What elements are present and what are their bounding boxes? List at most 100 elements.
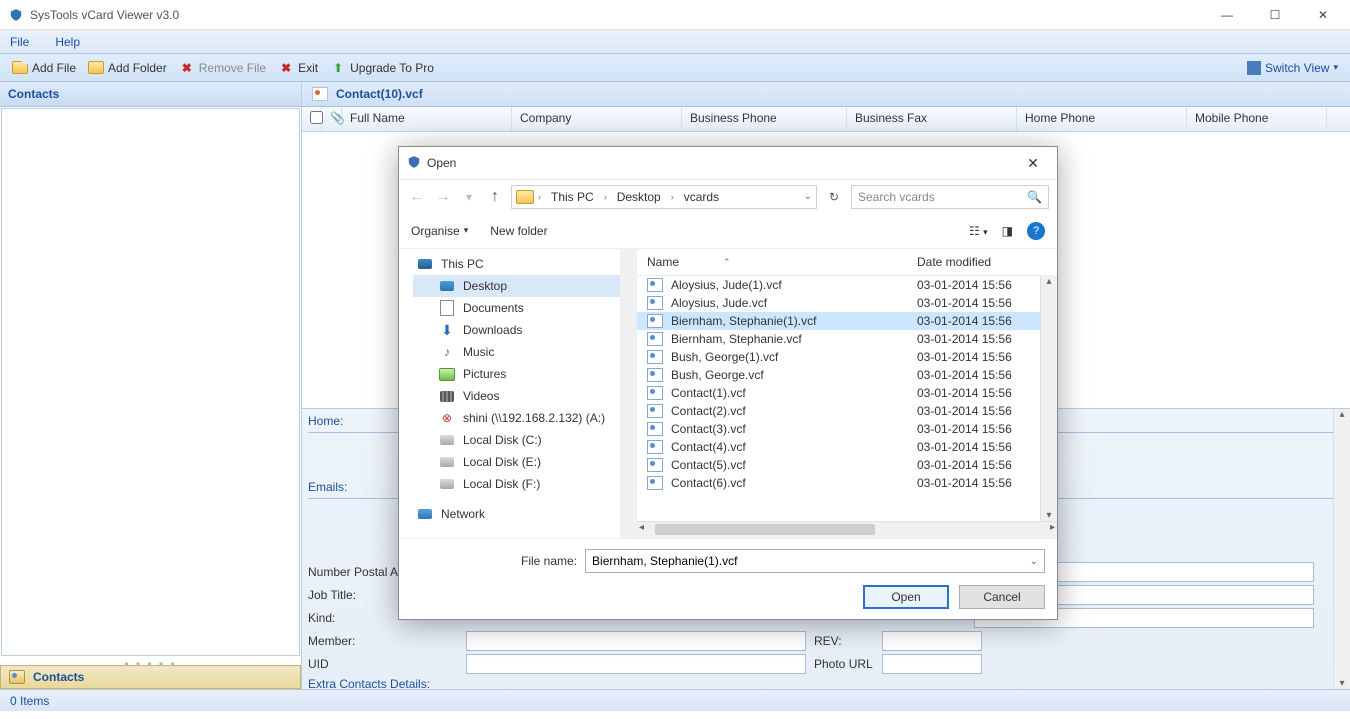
nav-back-button[interactable]: ←	[407, 188, 427, 206]
tree-disk-f[interactable]: Local Disk (F:)	[413, 473, 636, 495]
tree-network[interactable]: Network	[413, 503, 636, 525]
add-file-button[interactable]: Add File	[6, 60, 82, 76]
tree-desktop[interactable]: Desktop	[413, 275, 636, 297]
nav-up-button[interactable]: ↑	[485, 188, 505, 206]
splitter-handle[interactable]: • • • • •	[0, 657, 301, 665]
open-button[interactable]: Open	[863, 585, 949, 609]
menu-file[interactable]: File	[10, 35, 29, 49]
contacts-nav-button[interactable]: Contacts	[0, 665, 301, 689]
refresh-button[interactable]: ↻	[823, 190, 845, 204]
file-name: Contact(1).vcf	[671, 386, 909, 400]
tree-pictures[interactable]: Pictures	[413, 363, 636, 385]
col-fullname[interactable]: Full Name	[342, 107, 512, 131]
file-date: 03-01-2014 15:56	[917, 404, 1047, 418]
file-name: Aloysius, Jude.vcf	[671, 296, 909, 310]
nav-recent-button[interactable]: ▾	[459, 190, 479, 204]
file-row[interactable]: Contact(4).vcf03-01-2014 15:56	[637, 438, 1057, 456]
file-name: Bush, George.vcf	[671, 368, 909, 382]
input-rev[interactable]	[882, 631, 982, 651]
tree-videos[interactable]: Videos	[413, 385, 636, 407]
col-company[interactable]: Company	[512, 107, 682, 131]
label-photourl: Photo URL	[814, 657, 874, 671]
col-home-phone[interactable]: Home Phone	[1017, 107, 1187, 131]
file-row[interactable]: Contact(2).vcf 03-01-2014 15:56	[637, 402, 1057, 420]
folder-icon	[88, 60, 104, 76]
search-placeholder: Search vcards	[858, 190, 935, 204]
preview-pane-button[interactable]: ◨	[1002, 224, 1013, 238]
organise-menu[interactable]: Organise ▾	[411, 224, 468, 238]
col-date[interactable]: Date modified	[917, 255, 1047, 269]
file-row[interactable]: Contact(5).vcf03-01-2014 15:56	[637, 456, 1057, 474]
tree-disk-c[interactable]: Local Disk (C:)	[413, 429, 636, 451]
file-row[interactable]: Biernham, Stephanie(1).vcf03-01-2014 15:…	[637, 312, 1057, 330]
dialog-close-button[interactable]: ✕	[1017, 155, 1049, 172]
folder-tree[interactable]: This PC Desktop Documents ⬇Downloads ♪Mu…	[399, 249, 637, 538]
new-folder-button[interactable]: New folder	[490, 224, 547, 238]
file-list-hscrollbar[interactable]	[637, 521, 1057, 538]
tree-music[interactable]: ♪Music	[413, 341, 636, 363]
cancel-button[interactable]: Cancel	[959, 585, 1045, 609]
crumb-desktop[interactable]: Desktop	[611, 190, 667, 204]
contacts-tree[interactable]	[1, 108, 300, 656]
view-mode-button[interactable]: ☷ ▾	[969, 224, 988, 238]
file-row[interactable]: Contact(6).vcf03-01-2014 15:56	[637, 474, 1057, 492]
vcf-icon	[647, 386, 663, 400]
file-row[interactable]: Aloysius, Jude(1).vcf03-01-2014 15:56	[637, 276, 1057, 294]
vcf-icon	[647, 368, 663, 382]
dialog-nav-bar: ← → ▾ ↑ › This PC › Desktop › vcards ⌄ ↻…	[399, 179, 1057, 213]
address-dropdown-icon[interactable]: ⌄	[804, 191, 812, 202]
label-rev: REV:	[814, 634, 874, 648]
input-photourl[interactable]	[882, 654, 982, 674]
file-name: Contact(2).vcf	[671, 404, 909, 418]
menu-help[interactable]: Help	[55, 35, 80, 49]
tree-documents[interactable]: Documents	[413, 297, 636, 319]
dialog-title: Open	[427, 156, 1017, 170]
maximize-button[interactable]: ☐	[1260, 8, 1290, 22]
upgrade-button[interactable]: ⬆Upgrade To Pro	[324, 60, 440, 76]
file-row[interactable]: Biernham, Stephanie.vcf03-01-2014 15:56	[637, 330, 1057, 348]
pictures-icon	[439, 366, 455, 382]
minimize-button[interactable]: —	[1212, 8, 1242, 22]
details-scrollbar[interactable]	[1333, 409, 1350, 689]
checkbox-column[interactable]	[302, 107, 322, 131]
remove-icon: ✖	[179, 60, 195, 76]
crumb-vcards[interactable]: vcards	[678, 190, 725, 204]
vcf-file-icon	[312, 87, 328, 101]
tree-thispc[interactable]: This PC	[413, 253, 636, 275]
file-row[interactable]: Contact(3).vcf03-01-2014 15:56	[637, 420, 1057, 438]
chevron-right-icon: ›	[671, 192, 674, 202]
help-icon[interactable]: ?	[1027, 222, 1045, 240]
address-bar[interactable]: › This PC › Desktop › vcards ⌄	[511, 185, 817, 209]
attachment-column[interactable]: 📎	[322, 107, 342, 131]
label-member: Member:	[308, 634, 458, 648]
tree-disk-e[interactable]: Local Disk (E:)	[413, 451, 636, 473]
input-member[interactable]	[466, 631, 806, 651]
file-row[interactable]: Contact(1).vcf03-01-2014 15:56	[637, 384, 1057, 402]
col-business-phone[interactable]: Business Phone	[682, 107, 847, 131]
exit-icon: ✖	[278, 60, 294, 76]
file-list-scrollbar[interactable]	[1040, 276, 1057, 521]
filename-combo[interactable]: Biernham, Stephanie(1).vcf⌄	[585, 549, 1045, 573]
switch-view-button[interactable]: Switch View▾	[1241, 61, 1344, 75]
file-row[interactable]: Bush, George(1).vcf03-01-2014 15:56	[637, 348, 1057, 366]
exit-button[interactable]: ✖Exit	[272, 60, 324, 76]
col-business-fax[interactable]: Business Fax	[847, 107, 1017, 131]
file-name: Contact(3).vcf	[671, 422, 909, 436]
tree-network-drive[interactable]: ⊗shini (\\192.168.2.132) (A:)	[413, 407, 636, 429]
tree-downloads[interactable]: ⬇Downloads	[413, 319, 636, 341]
vcf-icon	[647, 458, 663, 472]
crumb-thispc[interactable]: This PC	[545, 190, 600, 204]
col-mobile-phone[interactable]: Mobile Phone	[1187, 107, 1327, 131]
network-drive-icon: ⊗	[439, 410, 455, 426]
file-row[interactable]: Aloysius, Jude.vcf03-01-2014 15:56	[637, 294, 1057, 312]
file-list-header: Name⌃ Date modified	[637, 249, 1057, 276]
nav-forward-button[interactable]: →	[433, 188, 453, 206]
file-row[interactable]: Bush, George.vcf03-01-2014 15:56	[637, 366, 1057, 384]
input-uid[interactable]	[466, 654, 806, 674]
search-input[interactable]: Search vcards 🔍	[851, 185, 1049, 209]
remove-file-button[interactable]: ✖Remove File	[173, 60, 272, 76]
col-name[interactable]: Name	[647, 255, 679, 269]
close-button[interactable]: ✕	[1308, 8, 1338, 22]
file-list[interactable]: Aloysius, Jude(1).vcf03-01-2014 15:56Alo…	[637, 276, 1057, 521]
add-folder-button[interactable]: Add Folder	[82, 60, 173, 76]
